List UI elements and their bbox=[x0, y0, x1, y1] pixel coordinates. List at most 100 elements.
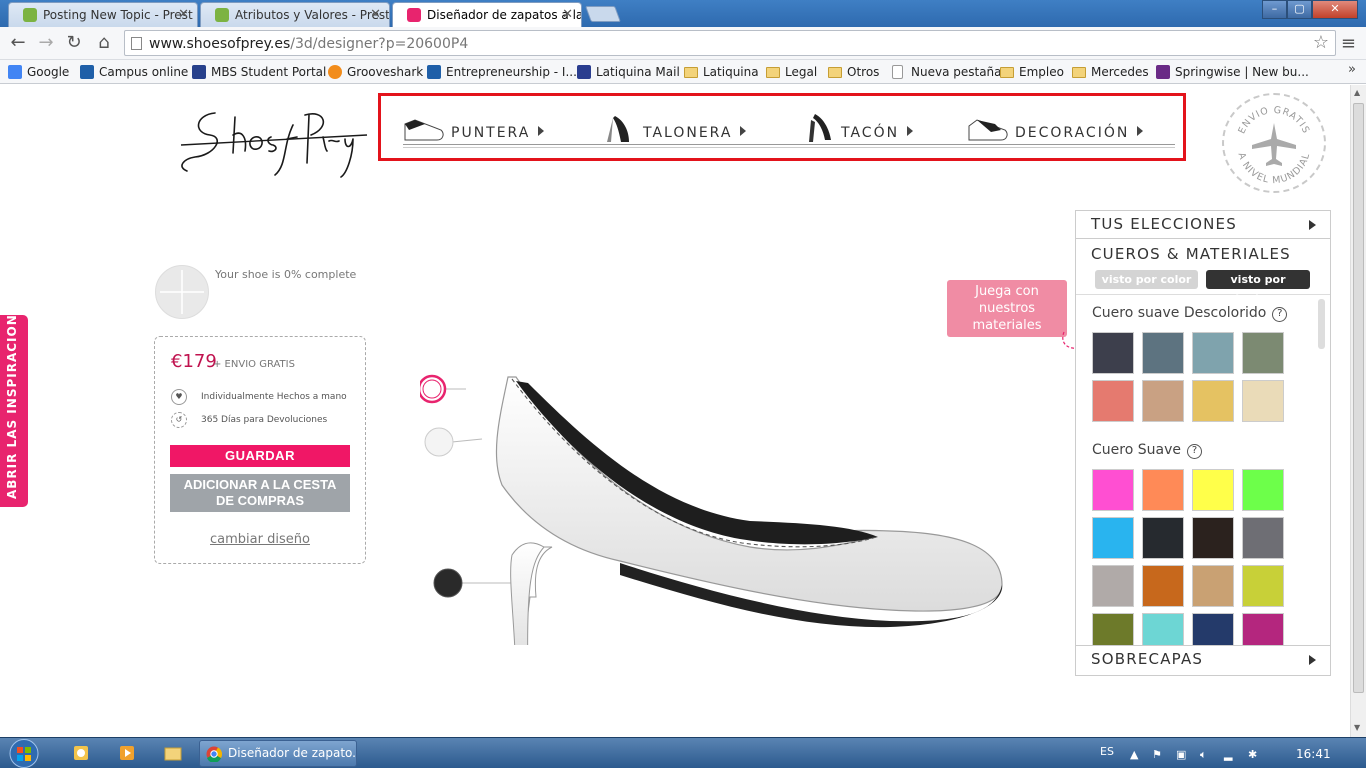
bookmark-entrepreneurship[interactable]: Entrepreneurship - I... bbox=[427, 63, 577, 81]
leather-swatch[interactable] bbox=[1192, 613, 1234, 645]
leather-swatch[interactable] bbox=[1142, 565, 1184, 607]
outlook-icon[interactable] bbox=[66, 741, 96, 767]
shoes-of-prey-logo[interactable] bbox=[175, 105, 375, 180]
bookmark-latiquina[interactable]: Latiquina bbox=[684, 63, 759, 81]
bookmark-grooveshark[interactable]: Grooveshark bbox=[328, 63, 423, 81]
swatch-group-label: Cuero Suave bbox=[1092, 442, 1181, 458]
bookmark-label: Campus online bbox=[99, 65, 189, 79]
grooveshark-icon bbox=[328, 65, 342, 79]
save-button[interactable]: GUARDAR bbox=[170, 445, 350, 467]
display-icon[interactable]: ▣ bbox=[1176, 748, 1190, 761]
inspirations-side-tab[interactable]: ABRIR LAS INSPIRACIONES ▸ bbox=[0, 283, 28, 507]
forward-arrow-icon[interactable]: → bbox=[34, 31, 58, 55]
arrow-right-icon bbox=[1309, 220, 1316, 230]
page-icon bbox=[131, 37, 142, 50]
leather-swatch[interactable] bbox=[1092, 517, 1134, 559]
bookmark-campus-online[interactable]: Campus online bbox=[80, 63, 188, 81]
shoe-preview[interactable] bbox=[420, 285, 1020, 645]
leather-swatch[interactable] bbox=[1242, 517, 1284, 559]
close-icon[interactable]: ✕ bbox=[178, 7, 189, 22]
toe-shoe-icon bbox=[404, 119, 444, 141]
leather-swatch[interactable] bbox=[1242, 469, 1284, 511]
mail-icon bbox=[577, 65, 591, 79]
overlays-header[interactable]: SOBRECAPAS bbox=[1076, 645, 1330, 673]
windows-start-icon[interactable] bbox=[4, 738, 44, 769]
tab-title: Posting New Topic - Prest bbox=[43, 8, 193, 22]
leather-swatch[interactable] bbox=[1242, 565, 1284, 607]
price-box: €179 + ENVIO GRATIS ♥ Individualmente He… bbox=[154, 336, 366, 564]
bookmark-mercedes[interactable]: Mercedes bbox=[1072, 63, 1149, 81]
browser-tab-designer[interactable]: Diseñador de zapatos a la ✕ bbox=[392, 2, 582, 27]
leather-swatch[interactable] bbox=[1142, 469, 1184, 511]
folder-icon bbox=[766, 67, 780, 78]
add-to-cart-button[interactable]: ADICIONAR A LA CESTA DE COMPRAS bbox=[170, 474, 350, 512]
bookmark-otros[interactable]: Otros bbox=[828, 63, 879, 81]
taskbar-chrome-window[interactable]: Diseñador de zapato... bbox=[199, 740, 357, 767]
minimize-button[interactable]: – bbox=[1262, 0, 1287, 19]
bookmarks-overflow-button[interactable]: » bbox=[1348, 62, 1356, 77]
leather-swatch[interactable] bbox=[1142, 332, 1184, 374]
view-by-color-button[interactable]: visto por color bbox=[1095, 270, 1198, 289]
browser-tab-strip: Posting New Topic - Prest ✕ Atributos y … bbox=[0, 0, 1366, 27]
bookmark-nueva-pestana[interactable]: Nueva pestaña bbox=[892, 63, 1002, 81]
menu-icon[interactable]: ≡ bbox=[1341, 33, 1356, 54]
browser-tab-atributos[interactable]: Atributos y Valores - Prest ✕ bbox=[200, 2, 390, 27]
leather-swatch[interactable] bbox=[1192, 380, 1234, 422]
close-icon[interactable]: ✕ bbox=[370, 7, 381, 22]
bluetooth-icon[interactable]: ✱ bbox=[1248, 748, 1262, 761]
clock[interactable]: 16:41 bbox=[1296, 747, 1331, 761]
leather-swatch[interactable] bbox=[1092, 469, 1134, 511]
action-center-flag-icon[interactable]: ⚑ bbox=[1152, 748, 1166, 761]
new-tab-button[interactable] bbox=[585, 6, 621, 22]
leather-swatch[interactable] bbox=[1192, 469, 1234, 511]
bookmark-empleo[interactable]: Empleo bbox=[1000, 63, 1064, 81]
maximize-button[interactable]: ▢ bbox=[1287, 0, 1312, 19]
reload-icon[interactable]: ↻ bbox=[62, 31, 86, 55]
leather-swatch[interactable] bbox=[1242, 332, 1284, 374]
leather-swatch[interactable] bbox=[1242, 380, 1284, 422]
help-icon[interactable]: ? bbox=[1272, 307, 1288, 322]
leather-swatch[interactable] bbox=[1142, 613, 1184, 645]
scroll-down-icon[interactable]: ▼ bbox=[1354, 723, 1360, 732]
leather-swatch[interactable] bbox=[1242, 613, 1284, 645]
leather-swatch[interactable] bbox=[1092, 565, 1134, 607]
help-icon[interactable]: ? bbox=[1186, 444, 1202, 459]
leather-swatch[interactable] bbox=[1192, 517, 1234, 559]
your-choices-header[interactable]: TUS ELECCIONES bbox=[1076, 211, 1330, 239]
address-bar[interactable]: www.shoesofprey.es/3d/designer?p=20600P4… bbox=[124, 30, 1336, 56]
volume-icon[interactable]: 🔈︎ bbox=[1200, 748, 1214, 761]
bookmark-legal[interactable]: Legal bbox=[766, 63, 817, 81]
leather-swatch[interactable] bbox=[1192, 565, 1234, 607]
close-icon[interactable]: ✕ bbox=[562, 7, 573, 22]
feature-label: 365 Días para Devoluciones bbox=[201, 415, 328, 425]
back-arrow-icon[interactable]: ← bbox=[6, 31, 30, 55]
scroll-up-icon[interactable]: ▲ bbox=[1354, 88, 1360, 97]
leather-swatch[interactable] bbox=[1192, 332, 1234, 374]
leather-swatch[interactable] bbox=[1092, 332, 1134, 374]
show-hidden-icons-icon[interactable]: ▲ bbox=[1130, 748, 1144, 761]
window-close-button[interactable]: ✕ bbox=[1312, 0, 1358, 19]
language-indicator[interactable]: ES bbox=[1100, 745, 1114, 758]
bookmark-springwise[interactable]: Springwise | New bu... bbox=[1156, 63, 1309, 81]
browser-tab-posting[interactable]: Posting New Topic - Prest ✕ bbox=[8, 2, 198, 27]
leather-swatch[interactable] bbox=[1092, 613, 1134, 645]
home-icon[interactable]: ⌂ bbox=[92, 31, 116, 55]
leather-swatch[interactable] bbox=[1142, 517, 1184, 559]
bookmark-google[interactable]: Google bbox=[8, 63, 69, 81]
network-icon[interactable]: ▂ bbox=[1224, 748, 1238, 761]
bookmark-star-icon[interactable]: ☆ bbox=[1313, 32, 1329, 53]
google-icon bbox=[8, 65, 22, 79]
leather-swatch[interactable] bbox=[1142, 380, 1184, 422]
panel-scrollbar[interactable] bbox=[1318, 299, 1325, 349]
mbs-icon bbox=[192, 65, 206, 79]
ie-icon bbox=[427, 65, 441, 79]
bookmark-mbs[interactable]: MBS Student Portal bbox=[192, 63, 326, 81]
media-player-icon[interactable] bbox=[112, 741, 142, 767]
leather-swatch[interactable] bbox=[1092, 380, 1134, 422]
explorer-folder-icon[interactable] bbox=[158, 741, 188, 767]
change-design-link[interactable]: cambiar diseño bbox=[155, 532, 365, 547]
page-scrollbar[interactable]: ▲ ▼ bbox=[1350, 85, 1366, 737]
view-by-texture-button[interactable]: visto por textura bbox=[1206, 270, 1310, 305]
bookmark-latiquina-mail[interactable]: Latiquina Mail bbox=[577, 63, 680, 81]
scroll-thumb[interactable] bbox=[1353, 103, 1364, 693]
